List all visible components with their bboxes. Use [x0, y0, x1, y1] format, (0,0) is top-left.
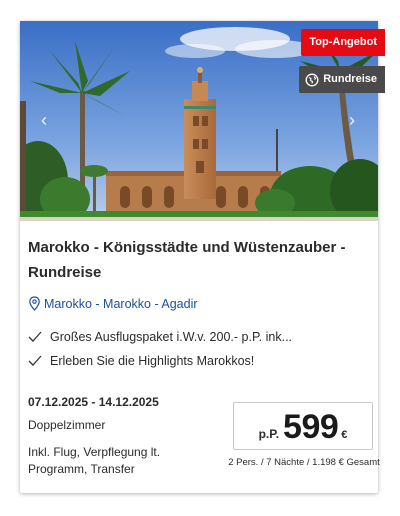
- price-box[interactable]: p.P. 599 €: [233, 402, 373, 450]
- globe-icon: [305, 73, 319, 86]
- price-detail: 2 Pers. / 7 Nächte / 1.198 € Gesamt: [228, 457, 380, 468]
- inclusions-text: Inkl. Flug, Verpflegung lt. Programm, Tr…: [28, 445, 161, 476]
- map-pin-icon: [29, 296, 40, 311]
- feature-item: Erleben Sie die Highlights Marokkos!: [28, 354, 254, 368]
- chevron-right-icon: ›: [349, 110, 355, 130]
- travel-dates: 07.12.2025 - 14.12.2025: [28, 395, 159, 409]
- feature-label: Erleben Sie die Highlights Marokkos!: [50, 354, 255, 368]
- price-prefix: p.P.: [258, 427, 280, 441]
- chevron-left-icon: ‹: [41, 110, 47, 130]
- room-type: Doppelzimmer: [28, 418, 106, 432]
- checkmark-icon: [28, 331, 42, 342]
- carousel-prev-button[interactable]: ‹: [32, 108, 56, 132]
- top-offer-badge: Top-Angebot: [301, 29, 385, 56]
- trip-type-badge: Rundreise: [299, 66, 385, 93]
- offer-card[interactable]: ‹ › Top-Angebot Rundreise Marokko - Köni…: [20, 21, 385, 493]
- carousel-next-button[interactable]: ›: [340, 108, 364, 132]
- trip-type-label: Rundreise: [323, 73, 377, 85]
- checkmark-icon: [28, 355, 42, 366]
- location-link[interactable]: Marokko - Marokko - Agadir: [28, 296, 198, 311]
- offer-title[interactable]: Marokko - Königsstädte und Wüstenzauber …: [28, 235, 358, 285]
- feature-item: Großes Ausflugspaket i.W.v. 200.- p.P. i…: [28, 330, 292, 344]
- location-label: Marokko - Marokko - Agadir: [44, 296, 198, 311]
- price-currency: €: [341, 429, 348, 441]
- price-value: 599: [283, 408, 339, 446]
- feature-label: Großes Ausflugspaket i.W.v. 200.- p.P. i…: [50, 330, 293, 344]
